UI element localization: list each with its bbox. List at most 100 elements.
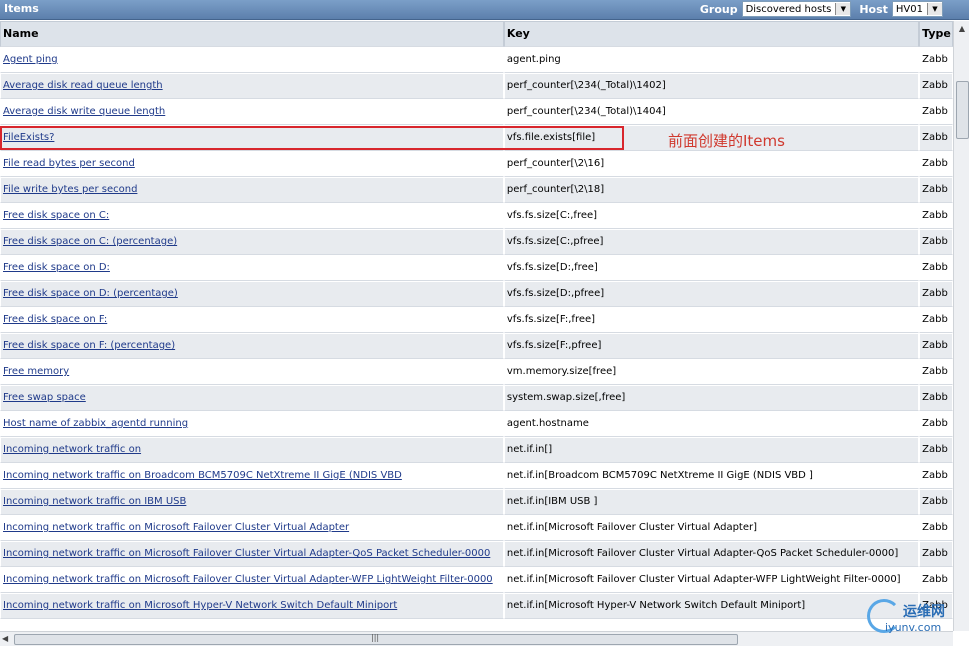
highlight-box: [0, 126, 624, 150]
item-name-link[interactable]: Free memory: [3, 366, 69, 377]
type-cell: Zabb: [919, 281, 953, 307]
item-name-link[interactable]: Free disk space on F: (percentage): [3, 340, 175, 351]
type-cell: Zabb: [919, 99, 953, 125]
type-cell: Zabb: [919, 73, 953, 99]
name-cell: Free disk space on D:: [0, 255, 504, 281]
type-cell: Zabb: [919, 255, 953, 281]
annotation-note: 前面创建的Items: [668, 132, 785, 150]
key-cell: perf_counter[\2\16]: [503, 151, 920, 177]
column-header-type[interactable]: Type: [919, 21, 953, 47]
host-select-value: HV01: [895, 3, 923, 15]
host-label: Host: [859, 2, 888, 16]
key-cell: vfs.fs.size[F:,free]: [503, 307, 920, 333]
item-name-link[interactable]: Free swap space: [3, 392, 86, 403]
table-row: Agent ping agent.ping Zabb: [0, 47, 953, 73]
scroll-up-icon[interactable]: ▲: [954, 21, 969, 37]
item-name-link[interactable]: Agent ping: [3, 54, 58, 65]
table-row: Incoming network traffic on Microsoft Fa…: [0, 567, 953, 593]
table-row: Incoming network traffic on Microsoft Hy…: [0, 593, 953, 619]
filter-bar: Group Discovered hosts ▼ Host HV01 ▼: [700, 1, 943, 17]
column-header-name[interactable]: Name: [0, 21, 504, 47]
watermark-line2: iyunv.com: [885, 621, 942, 634]
name-cell: Average disk write queue length: [0, 99, 504, 125]
item-name-link[interactable]: Incoming network traffic on Microsoft Fa…: [3, 574, 493, 585]
type-cell: Zabb: [919, 203, 953, 229]
name-cell: Incoming network traffic on Microsoft Fa…: [0, 541, 504, 567]
table-row: Free swap space system.swap.size[,free] Za…: [0, 385, 953, 411]
item-name-link[interactable]: Free disk space on C:: [3, 210, 109, 221]
group-select[interactable]: Discovered hosts ▼: [741, 1, 852, 17]
type-cell: Zabb: [919, 359, 953, 385]
key-cell: net.if.in[]: [503, 437, 920, 463]
table-row: Incoming network traffic on Broadcom BCM…: [0, 463, 953, 489]
table-row: Free disk space on D: (percentage) vfs.fs…: [0, 281, 953, 307]
item-name-link[interactable]: Incoming network traffic on Microsoft Fa…: [3, 522, 349, 533]
item-name-link[interactable]: Incoming network traffic on Microsoft Hy…: [3, 600, 397, 611]
key-cell: vfs.fs.size[D:,pfree]: [503, 281, 920, 307]
item-name-link[interactable]: File write bytes per second: [3, 184, 137, 195]
key-cell: vm.memory.size[free]: [503, 359, 920, 385]
key-cell: net.if.in[Microsoft Hyper-V Network Swit…: [503, 593, 920, 619]
type-cell: Zabb: [919, 125, 953, 151]
vertical-scrollbar[interactable]: ▲: [953, 21, 969, 631]
key-cell: net.if.in[Microsoft Failover Cluster Vir…: [503, 541, 920, 567]
item-name-link[interactable]: Free disk space on F:: [3, 314, 107, 325]
type-cell: Zabb: [919, 47, 953, 73]
item-name-link[interactable]: Free disk space on D:: [3, 262, 110, 273]
type-cell: Zabb: [919, 411, 953, 437]
name-cell: Free disk space on C: (percentage): [0, 229, 504, 255]
name-cell: Incoming network traffic on IBM USB: [0, 489, 504, 515]
item-name-link[interactable]: Incoming network traffic on: [3, 444, 141, 455]
item-name-link[interactable]: Host name of zabbix_agentd running: [3, 418, 188, 429]
name-cell: Incoming network traffic on Microsoft Fa…: [0, 515, 504, 541]
item-name-link[interactable]: Incoming network traffic on Microsoft Fa…: [3, 548, 490, 559]
horizontal-scroll-thumb[interactable]: |||: [14, 633, 738, 645]
item-name-link[interactable]: Average disk read queue length: [3, 80, 163, 91]
name-cell: Average disk read queue length: [0, 73, 504, 99]
key-cell: net.if.in[Microsoft Failover Cluster Vir…: [503, 567, 920, 593]
watermark-logo: 运维网 iyunv.com: [867, 599, 963, 639]
item-name-link[interactable]: Average disk write queue length: [3, 106, 165, 117]
table-row: Average disk read queue length perf_count…: [0, 73, 953, 99]
vertical-scroll-thumb[interactable]: [956, 81, 969, 139]
key-cell: perf_counter[\234(_Total)\1404]: [503, 99, 920, 125]
table-row: Free disk space on D: vfs.fs.size[D:,free…: [0, 255, 953, 281]
key-cell: net.if.in[IBM USB ]: [503, 489, 920, 515]
table-row: Incoming network traffic on Microsoft Fa…: [0, 515, 953, 541]
name-cell: Incoming network traffic on Microsoft Hy…: [0, 593, 504, 619]
type-cell: Zabb: [919, 177, 953, 203]
key-cell: vfs.fs.size[D:,free]: [503, 255, 920, 281]
group-select-value: Discovered hosts: [745, 3, 832, 15]
name-cell: File write bytes per second: [0, 177, 504, 203]
table-row: Incoming network traffic on IBM USB net.i…: [0, 489, 953, 515]
item-name-link[interactable]: Free disk space on D: (percentage): [3, 288, 178, 299]
key-cell: perf_counter[\234(_Total)\1402]: [503, 73, 920, 99]
host-select[interactable]: HV01 ▼: [891, 1, 943, 17]
table-row: Average disk write queue length perf_coun…: [0, 99, 953, 125]
chevron-down-icon[interactable]: ▼: [835, 3, 851, 15]
item-name-link[interactable]: File read bytes per second: [3, 158, 135, 169]
type-cell: Zabb: [919, 385, 953, 411]
chevron-down-icon[interactable]: ▼: [927, 3, 942, 15]
table-row: Host name of zabbix_agentd running agent.…: [0, 411, 953, 437]
type-cell: Zabb: [919, 437, 953, 463]
name-cell: Agent ping: [0, 47, 504, 73]
item-name-link[interactable]: Incoming network traffic on IBM USB: [3, 496, 186, 507]
key-cell: perf_counter[\2\18]: [503, 177, 920, 203]
horizontal-scrollbar[interactable]: ◀ |||: [0, 631, 953, 646]
key-cell: vfs.fs.size[C:,free]: [503, 203, 920, 229]
name-cell: Incoming network traffic on Broadcom BCM…: [0, 463, 504, 489]
item-name-link[interactable]: Free disk space on C: (percentage): [3, 236, 177, 247]
column-header-key[interactable]: Key: [503, 21, 920, 47]
name-cell: Free disk space on F: (percentage): [0, 333, 504, 359]
type-cell: Zabb: [919, 229, 953, 255]
item-name-link[interactable]: Incoming network traffic on Broadcom BCM…: [3, 470, 402, 481]
scroll-left-icon[interactable]: ◀: [2, 632, 8, 646]
table-row: Incoming network traffic on Microsoft Fa…: [0, 541, 953, 567]
items-table: Name Key Type Agent ping agent.ping Zabb Av…: [0, 21, 953, 620]
table-row: Incoming network traffic on net.if.in[] Za…: [0, 437, 953, 463]
name-cell: Free swap space: [0, 385, 504, 411]
key-cell: net.if.in[Microsoft Failover Cluster Vir…: [503, 515, 920, 541]
table-row: Free memory vm.memory.size[free] Zabb: [0, 359, 953, 385]
name-cell: File read bytes per second: [0, 151, 504, 177]
